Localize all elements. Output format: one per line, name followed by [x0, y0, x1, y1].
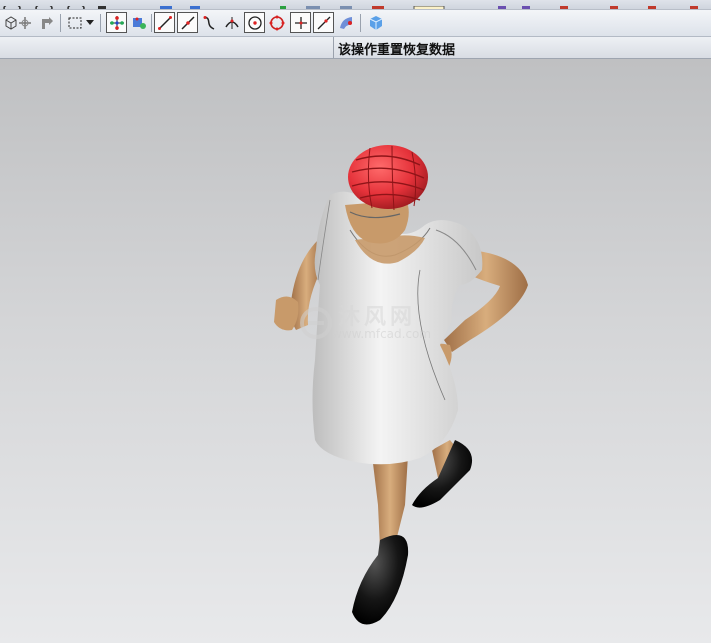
intersection-icon[interactable]: [221, 12, 242, 33]
line-point-icon[interactable]: [313, 12, 334, 33]
line-icon[interactable]: [154, 12, 175, 33]
watermark: 沐风网 www.mfcad.com: [298, 299, 438, 359]
curve-icon[interactable]: [199, 12, 220, 33]
circle-center-icon[interactable]: [244, 12, 265, 33]
top-toolbar-strip: [0, 0, 711, 10]
rotate-icon[interactable]: [14, 12, 35, 33]
status-message: 该操作重置恢复数据: [338, 43, 456, 58]
circle-quadrant-icon[interactable]: [266, 12, 287, 33]
status-divider: [333, 37, 334, 58]
snap-grid-icon[interactable]: [129, 12, 150, 33]
status-bar: 该操作重置恢复数据: [0, 37, 711, 59]
watermark-logo-icon: [300, 307, 332, 339]
line-midpoint-icon[interactable]: [177, 12, 198, 33]
pan-icon[interactable]: [36, 12, 57, 33]
graphics-viewport[interactable]: 沐风网 www.mfcad.com: [0, 59, 711, 643]
rect-select-icon[interactable]: [64, 12, 85, 33]
cross-point-icon[interactable]: [290, 12, 311, 33]
snap-points-icon[interactable]: [106, 12, 127, 33]
selection-toolbar: [0, 10, 711, 37]
sheet-point-icon[interactable]: [336, 12, 357, 33]
watermark-url: www.mfcad.com: [332, 327, 432, 341]
dropdown-icon[interactable]: [84, 12, 96, 33]
solid-cube-icon[interactable]: [365, 12, 386, 33]
